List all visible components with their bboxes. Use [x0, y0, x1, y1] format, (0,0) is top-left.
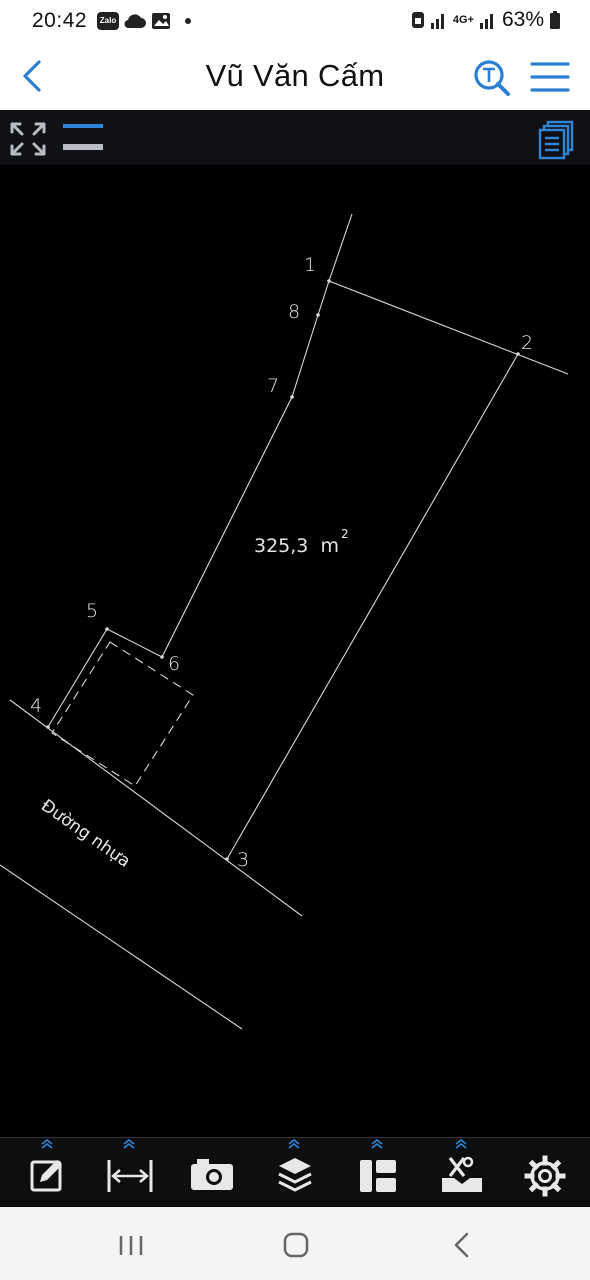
battery-icon [550, 11, 560, 29]
vertex-4 [46, 725, 50, 729]
app-header: Vũ Văn Cấm [0, 42, 590, 111]
camera-tool-button[interactable] [182, 1138, 242, 1208]
recents-icon [119, 1236, 143, 1255]
text-search-button[interactable] [470, 56, 514, 100]
boundary-line-1-2 [328, 280, 569, 375]
boundary-line-2-3 [226, 353, 519, 860]
battery-percent: 63% [501, 8, 544, 31]
vertex-6 [160, 655, 164, 659]
view-toolbar [0, 110, 590, 165]
recent-apps-button[interactable] [106, 1225, 156, 1265]
lineweight-icon [63, 124, 103, 150]
dot-icon [185, 18, 191, 24]
status-time: 20:42 [32, 9, 88, 32]
layers-icon [278, 1138, 312, 1192]
road-edge-lower [0, 864, 243, 1030]
boundary-line-6-5 [106, 628, 163, 658]
signal-icon [430, 14, 444, 29]
cloud-icon [124, 14, 146, 29]
point-label-1: 1 [304, 254, 316, 276]
point-label-4: 4 [30, 695, 42, 717]
area-unit-superscript: 2 [341, 527, 349, 541]
system-nav-bar [0, 1207, 590, 1280]
boundary-line-7-6 [161, 396, 293, 658]
edit-tool-button[interactable] [18, 1138, 78, 1208]
edit-icon [30, 1138, 62, 1192]
layout-tool-button[interactable] [348, 1138, 408, 1208]
home-icon [283, 1232, 309, 1258]
point-label-6: 6 [168, 653, 180, 675]
menu-button[interactable] [528, 56, 572, 100]
area-label: 325,3 m [254, 535, 339, 557]
notification-icons: Zalo [97, 8, 191, 34]
status-right: 4G+ 63% [411, 8, 560, 32]
cad-drawing[interactable]: 1 2 3 4 5 6 7 8 325,3 m 2 Đường nhựa [0, 165, 590, 1137]
point-label-3: 3 [237, 849, 249, 871]
tools-box-icon [442, 1138, 482, 1192]
layout-panels-icon [360, 1138, 396, 1192]
back-icon [454, 1232, 469, 1258]
bottom-toolbar [0, 1137, 590, 1208]
vertex-5 [105, 627, 109, 631]
zalo-icon: Zalo [97, 12, 119, 30]
vertex-2 [516, 352, 520, 356]
drawing-canvas[interactable]: 1 2 3 4 5 6 7 8 325,3 m 2 Đường nhựa [0, 165, 590, 1137]
measure-distance-icon [107, 1138, 153, 1192]
network-type: 4G+ [452, 14, 474, 26]
point-label-8: 8 [288, 301, 300, 323]
system-back-button[interactable] [437, 1225, 487, 1265]
gear-icon [524, 1155, 566, 1197]
boundary-line-5-4 [47, 628, 108, 728]
vertex-7 [290, 395, 294, 399]
stacked-documents-icon [538, 120, 574, 160]
boundary-line-1-8 [317, 280, 330, 316]
lineweight-toggle-button[interactable] [62, 122, 104, 161]
measure-tool-button[interactable] [100, 1138, 160, 1208]
layouts-button[interactable] [536, 120, 576, 165]
point-label-7: 7 [267, 375, 279, 397]
survey-tool-button[interactable] [432, 1138, 492, 1208]
boundary-line [328, 213, 353, 282]
road-label: Đường nhựa [37, 796, 134, 872]
lock-notification-icon [411, 12, 424, 28]
vertex-1 [327, 279, 331, 283]
gallery-icon [152, 13, 170, 29]
zoom-extents-button[interactable] [8, 120, 48, 163]
expand-arrows-icon [10, 122, 46, 156]
boundary-line-8-7 [291, 314, 319, 398]
text-search-icon [474, 60, 510, 96]
signal-icon-2 [479, 14, 493, 29]
vertex-3 [225, 857, 229, 861]
hamburger-icon [530, 62, 570, 92]
settings-tool-button[interactable] [515, 1138, 575, 1208]
vertex-8 [316, 313, 320, 317]
status-bar: 20:42 Zalo 4G+ 63% [0, 0, 590, 42]
point-label-2: 2 [521, 332, 533, 354]
camera-icon [191, 1159, 233, 1190]
layers-tool-button[interactable] [265, 1138, 325, 1208]
home-button[interactable] [271, 1225, 321, 1265]
point-label-5: 5 [86, 600, 98, 622]
